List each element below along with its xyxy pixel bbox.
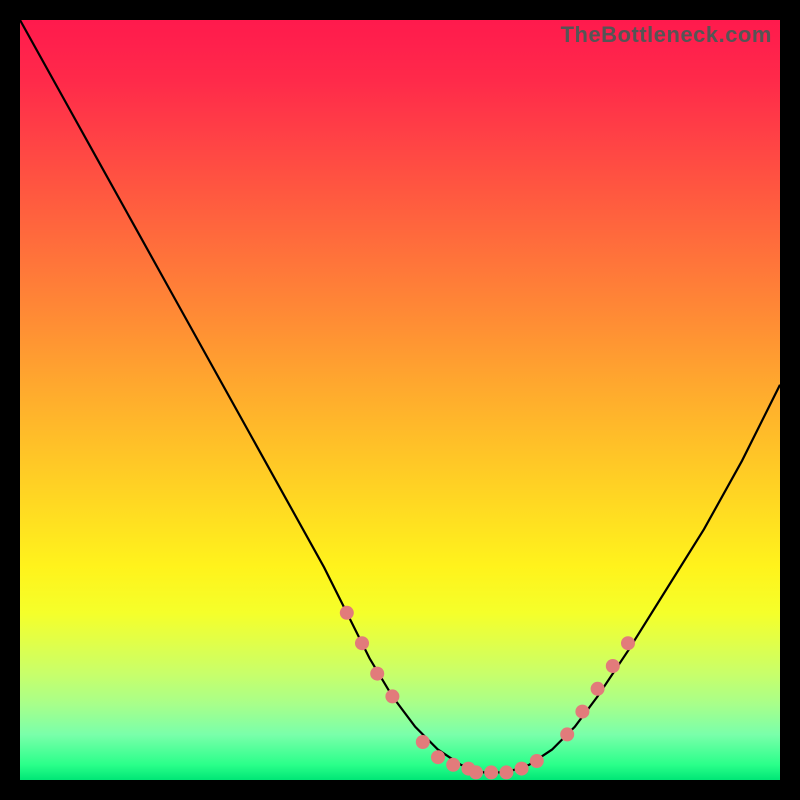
highlight-dot bbox=[621, 636, 635, 650]
highlight-dot bbox=[469, 765, 483, 779]
highlight-dot bbox=[416, 735, 430, 749]
highlight-dot bbox=[606, 659, 620, 673]
bottleneck-curve bbox=[20, 20, 780, 772]
highlight-dot bbox=[499, 765, 513, 779]
chart-svg bbox=[20, 20, 780, 780]
highlight-dot bbox=[530, 754, 544, 768]
highlight-dot bbox=[431, 750, 445, 764]
highlight-dot bbox=[340, 606, 354, 620]
highlight-dot bbox=[591, 682, 605, 696]
highlight-dot bbox=[385, 689, 399, 703]
highlight-dot bbox=[446, 758, 460, 772]
highlight-dot bbox=[515, 762, 529, 776]
highlight-dot bbox=[560, 727, 574, 741]
chart-container: TheBottleneck.com bbox=[0, 0, 800, 800]
highlight-dot bbox=[370, 667, 384, 681]
plot-area: TheBottleneck.com bbox=[20, 20, 780, 780]
watermark-text: TheBottleneck.com bbox=[561, 22, 772, 48]
highlight-dots bbox=[340, 606, 635, 780]
highlight-dot bbox=[575, 705, 589, 719]
highlight-dot bbox=[355, 636, 369, 650]
highlight-dot bbox=[484, 765, 498, 779]
